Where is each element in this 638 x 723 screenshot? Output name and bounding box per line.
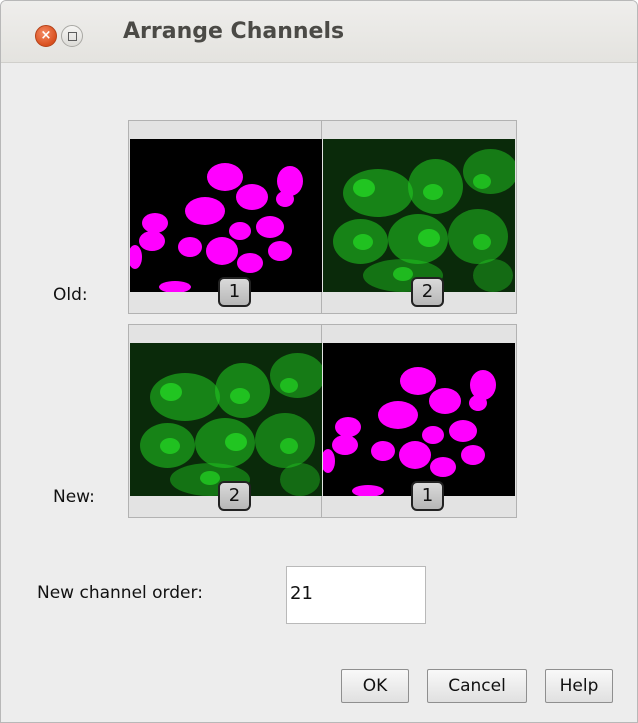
channel-image-nuclei — [130, 139, 322, 292]
arrange-channels-dialog: × Arrange Channels Old: New: 1 2 2 1 New… — [0, 0, 638, 723]
channel-order-label: New channel order: — [37, 583, 203, 603]
channel-image-nuclei — [323, 343, 515, 496]
channel-badge: 2 — [218, 481, 251, 511]
channel-badge: 2 — [411, 277, 444, 307]
old-channels-panel: 1 2 — [128, 120, 517, 314]
ok-button[interactable]: OK — [341, 669, 409, 703]
close-icon[interactable]: × — [35, 25, 57, 47]
cancel-button[interactable]: Cancel — [427, 669, 527, 703]
channel-badge: 1 — [218, 277, 251, 307]
window-title: Arrange Channels — [123, 19, 345, 44]
title-bar: × Arrange Channels — [1, 1, 637, 63]
channel-order-input[interactable]: 21 — [286, 566, 426, 624]
new-channel-2-cell[interactable]: 1 — [322, 325, 515, 517]
channel-image-cells — [130, 343, 322, 496]
old-channel-1-cell[interactable]: 1 — [129, 121, 322, 313]
new-channels-panel: 2 1 — [128, 324, 517, 518]
channel-badge: 1 — [411, 481, 444, 511]
old-channel-2-cell[interactable]: 2 — [322, 121, 515, 313]
new-channel-1-cell[interactable]: 2 — [129, 325, 322, 517]
new-row-label: New: — [53, 487, 95, 507]
maximize-icon[interactable] — [61, 25, 83, 47]
channel-image-cells — [323, 139, 515, 292]
help-button[interactable]: Help — [545, 669, 613, 703]
old-row-label: Old: — [53, 285, 88, 305]
